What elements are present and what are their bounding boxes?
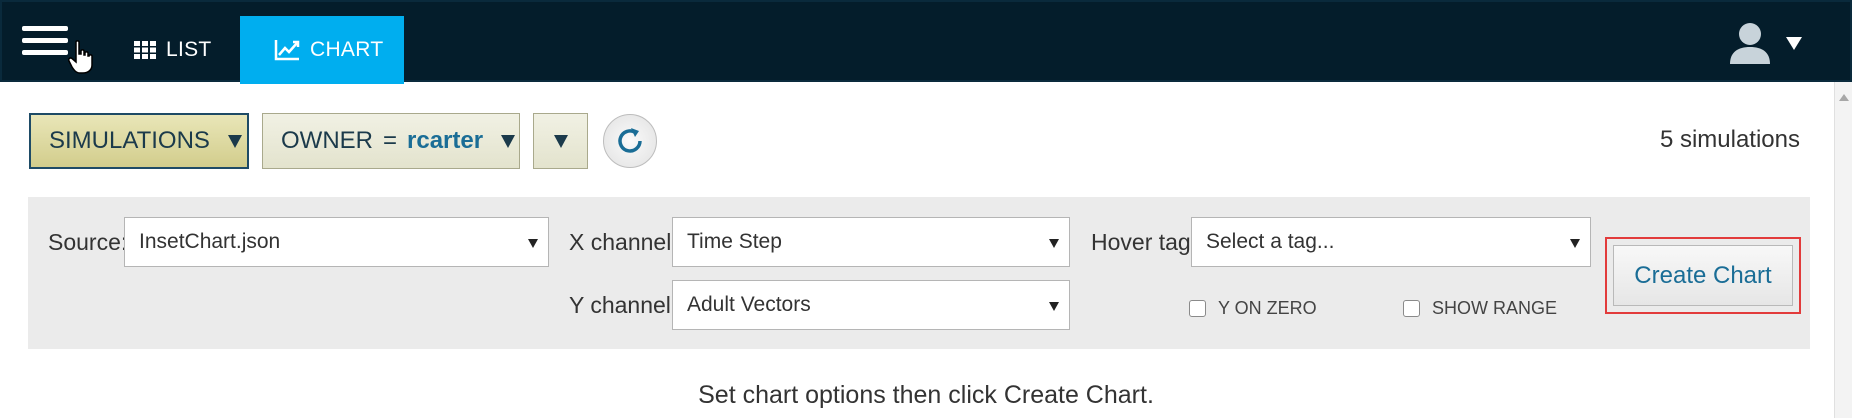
owner-filter-dropdown[interactable]: OWNER = rcarter	[262, 113, 520, 169]
tab-chart-label: CHART	[310, 38, 384, 61]
top-nav-bar: LIST CHART	[0, 0, 1852, 84]
hover-tag-placeholder: Select a tag...	[1206, 230, 1335, 253]
y-channel-value: Adult Vectors	[687, 293, 811, 316]
x-channel-caret-icon	[1049, 239, 1059, 248]
x-channel-select[interactable]: Time Step	[672, 217, 1070, 267]
instruction-text: Set chart options then click Create Char…	[698, 381, 1154, 409]
x-channel-value: Time Step	[687, 230, 782, 253]
x-channel-label: X channel:	[569, 229, 678, 255]
hand-cursor-icon	[68, 40, 93, 74]
owner-caret-icon	[501, 134, 516, 148]
tab-chart[interactable]: CHART	[240, 16, 404, 84]
tab-list[interactable]: LIST	[134, 16, 212, 84]
create-chart-button[interactable]: Create Chart	[1613, 245, 1793, 306]
show-range-checkbox[interactable]	[1403, 300, 1420, 317]
simulations-caret-icon	[227, 134, 242, 148]
source-select[interactable]: InsetChart.json	[124, 217, 549, 267]
refresh-icon	[618, 128, 642, 153]
owner-value: rcarter	[407, 127, 484, 154]
hover-tag-caret-icon	[1570, 239, 1580, 248]
hover-tag-label: Hover tag:	[1091, 229, 1198, 255]
user-menu-caret-icon	[1786, 36, 1802, 50]
show-range-toggle[interactable]: SHOW RANGE	[1403, 298, 1557, 319]
y-channel-caret-icon	[1049, 302, 1059, 311]
grid-icon	[134, 41, 156, 59]
show-range-label: SHOW RANGE	[1432, 298, 1558, 318]
hover-tag-select[interactable]: Select a tag...	[1191, 217, 1591, 267]
y-on-zero-checkbox[interactable]	[1189, 300, 1206, 317]
source-value: InsetChart.json	[139, 230, 281, 253]
owner-label: OWNER	[281, 127, 373, 154]
hamburger-menu-icon[interactable]	[22, 26, 68, 60]
source-caret-icon	[528, 239, 538, 248]
scroll-up-icon[interactable]	[1839, 94, 1849, 101]
line-chart-icon	[274, 40, 300, 61]
tab-list-label: LIST	[166, 38, 212, 61]
y-on-zero-toggle[interactable]: Y ON ZERO	[1189, 298, 1317, 319]
chevron-down-icon	[553, 134, 568, 148]
y-channel-select[interactable]: Adult Vectors	[672, 280, 1070, 330]
source-label: Source:	[48, 229, 128, 255]
simulations-label: SIMULATIONS	[49, 127, 210, 154]
add-filter-dropdown[interactable]	[533, 113, 588, 169]
simulation-count: 5 simulations	[1659, 126, 1800, 153]
vertical-scrollbar[interactable]	[1834, 82, 1852, 418]
simulations-dropdown[interactable]: SIMULATIONS	[29, 113, 249, 169]
refresh-button[interactable]	[603, 114, 657, 168]
user-menu[interactable]	[1728, 22, 1802, 64]
user-icon	[1730, 23, 1770, 64]
y-on-zero-label: Y ON ZERO	[1218, 298, 1317, 318]
owner-operator: =	[383, 127, 398, 154]
y-channel-label: Y channel:	[569, 292, 678, 318]
